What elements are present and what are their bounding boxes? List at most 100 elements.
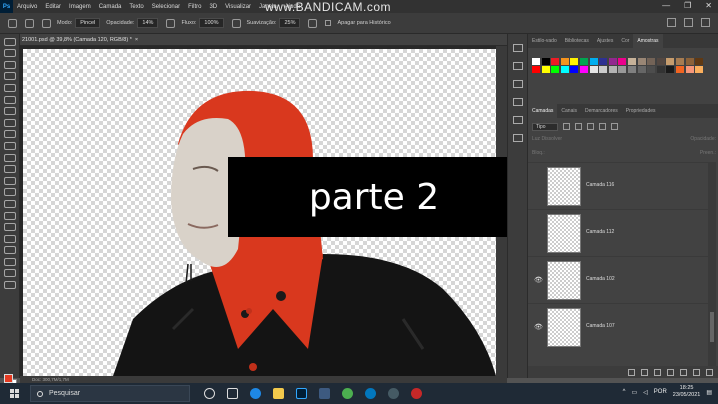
tab-properties[interactable]: Propriedades (622, 108, 660, 114)
hand-tool-icon[interactable] (3, 257, 16, 266)
history-brush-tool-icon[interactable] (3, 153, 16, 162)
clock[interactable]: 18:25 23/05/2021 (673, 385, 701, 399)
color-swatch[interactable] (532, 66, 540, 73)
menu-view[interactable]: Visualizar (221, 4, 255, 10)
brush-tool-icon[interactable] (3, 130, 16, 139)
move-tool-icon[interactable] (3, 37, 16, 46)
color-swatch[interactable] (685, 58, 694, 65)
color-swatch[interactable] (637, 58, 646, 65)
color-swatch[interactable] (589, 66, 598, 73)
gradient-tool-icon[interactable] (3, 176, 16, 185)
dodge-tool-icon[interactable] (3, 199, 16, 208)
menu-3d[interactable]: 3D (205, 4, 221, 10)
color-swatch[interactable] (551, 58, 560, 65)
color-swatch[interactable] (599, 66, 608, 73)
layers-scroll-thumb[interactable] (710, 312, 714, 342)
foreground-color-swatch[interactable] (4, 374, 13, 383)
color-swatch[interactable] (589, 58, 598, 65)
pressure-opacity-icon[interactable] (166, 18, 176, 28)
close-icon[interactable]: ✕ (705, 1, 712, 10)
tab-adjustments[interactable]: Ajustes (593, 38, 617, 44)
app-gray-icon[interactable] (388, 388, 399, 399)
color-swatch[interactable] (695, 66, 704, 73)
paragraph-panel-icon[interactable] (512, 98, 523, 106)
adjustment-layer-icon[interactable] (667, 368, 674, 376)
menu-filter[interactable]: Filtro (184, 4, 205, 10)
menu-image[interactable]: Imagem (65, 4, 95, 10)
type-filter-icon[interactable] (587, 123, 594, 130)
new-layer-icon[interactable] (693, 368, 700, 376)
tab-swatches[interactable]: Amostras (633, 34, 663, 48)
search-icon[interactable] (667, 18, 676, 27)
group-icon[interactable] (680, 368, 687, 376)
character-panel-icon[interactable] (512, 116, 523, 124)
cortana-icon[interactable] (204, 388, 215, 399)
glyphs-panel-icon[interactable] (512, 134, 523, 142)
tab-channels[interactable]: Canais (557, 108, 581, 114)
layer-row[interactable]: Camada 112 (528, 209, 708, 256)
share-icon[interactable] (701, 18, 710, 27)
color-swatch[interactable] (666, 66, 675, 73)
color-swatch[interactable] (656, 66, 665, 73)
color-swatch[interactable] (637, 66, 646, 73)
brush-settings-icon[interactable] (42, 18, 51, 28)
photoshop-icon[interactable] (296, 388, 307, 399)
layer-row[interactable]: Camada 116 (528, 162, 708, 209)
eye-icon[interactable]: 👁 (534, 276, 543, 284)
color-swatch[interactable] (579, 58, 588, 65)
store-icon[interactable] (319, 388, 330, 399)
adjustment-filter-icon[interactable] (575, 123, 582, 130)
layer-row[interactable]: 👁 Camada 107 (528, 303, 708, 350)
color-swatch[interactable] (608, 66, 617, 73)
task-view-icon[interactable] (227, 388, 238, 399)
blur-tool-icon[interactable] (3, 188, 16, 197)
tab-layers[interactable]: Camadas (528, 104, 558, 118)
network-icon[interactable]: ▭ (631, 389, 637, 396)
eraser-tool-active-icon[interactable] (3, 165, 16, 174)
smoothing-input[interactable]: 25% (279, 18, 301, 28)
color-swatch[interactable] (541, 58, 550, 65)
more-tools-icon[interactable] (3, 281, 16, 290)
shape-tool-icon[interactable] (3, 246, 16, 255)
close-document-icon[interactable]: × (135, 37, 138, 43)
color-swatch[interactable] (647, 66, 656, 73)
airbrush-icon[interactable] (231, 18, 241, 28)
color-swatch[interactable] (541, 66, 550, 73)
zoom-tool-icon[interactable] (3, 269, 16, 278)
crop-tool-icon[interactable] (3, 83, 16, 92)
eyedropper-tool-icon[interactable] (3, 107, 16, 116)
erase-history-checkbox[interactable] (325, 20, 332, 26)
fx-icon[interactable] (641, 368, 648, 376)
properties-panel-icon[interactable] (512, 62, 523, 70)
opacity-input[interactable]: 14% (137, 18, 159, 28)
layer-row[interactable]: 👁 Camada 102 (528, 256, 708, 303)
restore-icon[interactable]: ❐ (684, 1, 691, 10)
taskbar-search[interactable]: Pesquisar (30, 385, 190, 402)
lasso-tool-icon[interactable] (3, 60, 16, 69)
app-c-icon[interactable] (365, 388, 376, 399)
path-select-tool-icon[interactable] (3, 234, 16, 243)
menu-edit[interactable]: Editar (41, 4, 65, 10)
brush-panel-icon[interactable] (512, 80, 523, 88)
layer-opacity-label[interactable]: Opacidade: (690, 136, 716, 144)
type-tool-icon[interactable] (3, 223, 16, 232)
tab-color[interactable]: Cor (617, 38, 633, 44)
stamp-tool-icon[interactable] (3, 141, 16, 150)
windows-start-icon[interactable] (10, 388, 20, 399)
marquee-tool-icon[interactable] (3, 49, 16, 58)
volume-icon[interactable]: ◁ (643, 389, 648, 396)
menu-file[interactable]: Arquivo (13, 4, 41, 10)
color-swatch[interactable] (695, 58, 704, 65)
pixel-filter-icon[interactable] (563, 123, 570, 130)
fill-label[interactable]: Preen.: (700, 150, 716, 158)
frame-tool-icon[interactable] (3, 95, 16, 104)
layer-filter-select[interactable]: Tipo (532, 122, 558, 131)
menu-layer[interactable]: Camada (95, 4, 126, 10)
color-swatch[interactable] (570, 58, 579, 65)
eye-icon[interactable]: 👁 (534, 323, 543, 331)
flow-input[interactable]: 100% (199, 18, 224, 28)
color-swatch[interactable] (551, 66, 560, 73)
tab-libraries[interactable]: Bibliotecas (561, 38, 593, 44)
tab-styles[interactable]: Estilo-vado (528, 38, 561, 44)
file-explorer-icon[interactable] (273, 388, 284, 399)
